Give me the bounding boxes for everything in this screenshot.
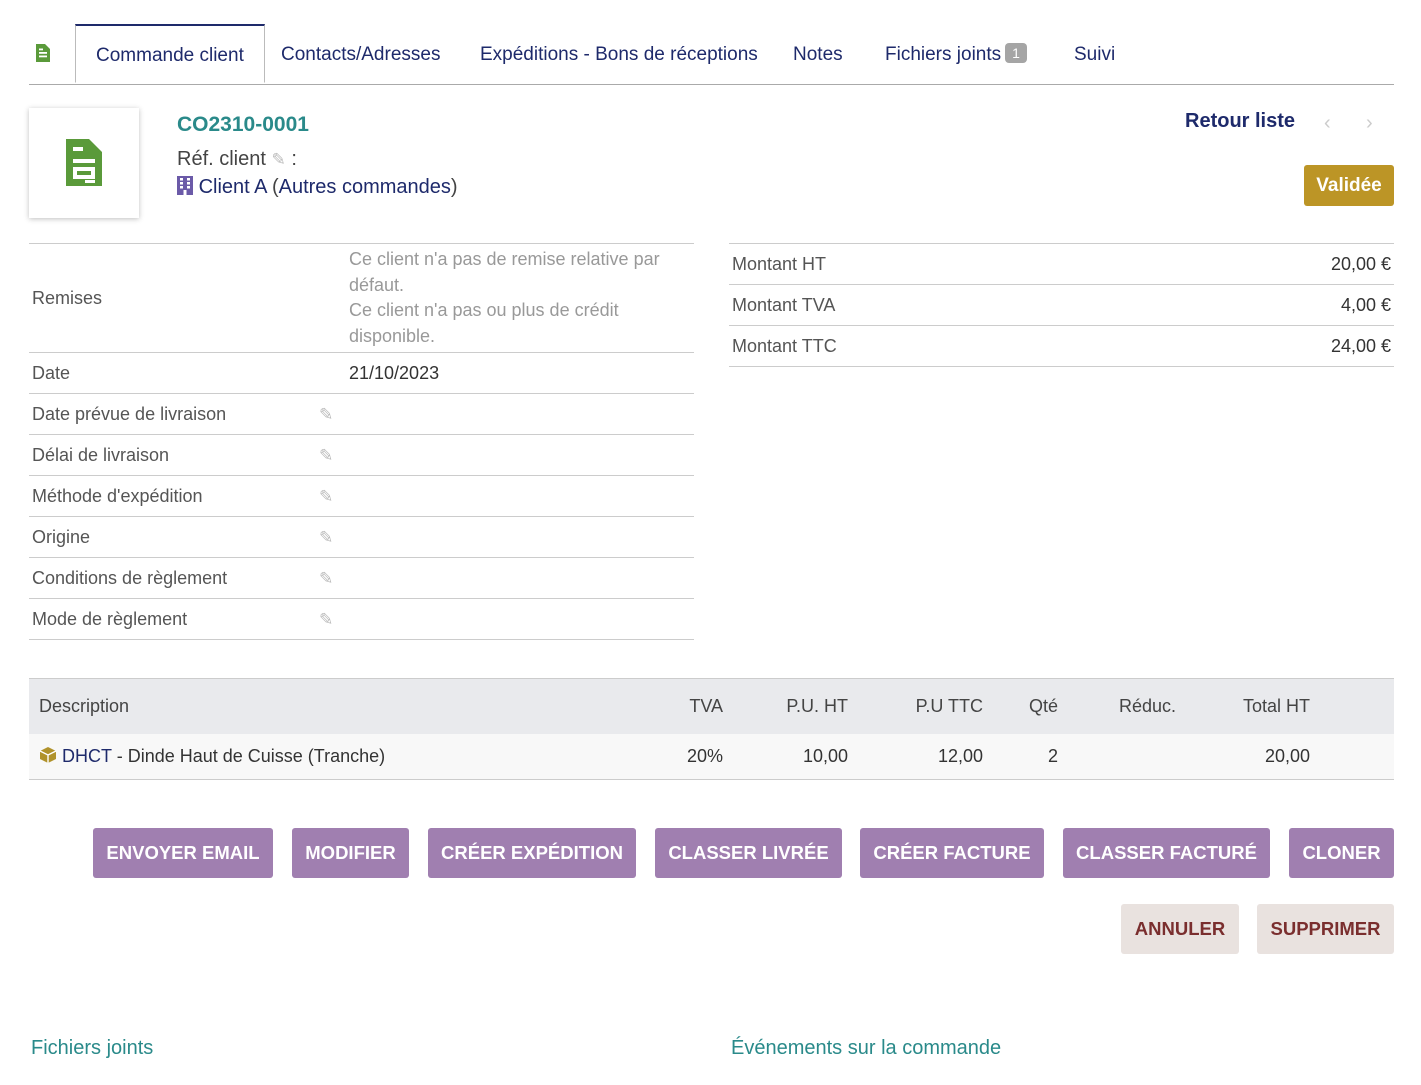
- events-section-title: Événements sur la commande: [731, 1037, 1002, 1059]
- status-badge: Validée: [1304, 165, 1394, 206]
- cell-total-ht: 20,00: [1177, 734, 1311, 780]
- product-desc: - Dinde Haut de Cuisse (Tranche): [116, 746, 386, 766]
- field-label: Origine: [29, 516, 316, 558]
- edit-pencil-icon[interactable]: ✎: [319, 569, 333, 588]
- next-record-icon[interactable]: ›: [1366, 112, 1373, 135]
- amount-label: Montant HT: [729, 243, 1146, 285]
- order-fields-table: Remises Ce client n'a pas de remise rela…: [29, 243, 694, 640]
- credit-info: Ce client n'a pas ou plus de crédit disp…: [349, 300, 619, 346]
- ref-client-label: Réf. client: [177, 148, 266, 170]
- tab-label: Contacts/Adresses: [281, 44, 441, 65]
- tab-bar: Commande client Contacts/Adresses Expédi…: [29, 24, 1394, 85]
- tab-label: Commande client: [96, 45, 244, 66]
- order-doc-icon: [66, 139, 102, 186]
- tab-label: Suivi: [1074, 44, 1116, 65]
- field-value: 21/10/2023: [346, 352, 694, 394]
- field-label: Méthode d'expédition: [29, 475, 316, 517]
- field-row-remises: Remises Ce client n'a pas de remise rela…: [29, 243, 694, 353]
- send-email-button[interactable]: ENVOYER EMAIL: [93, 828, 273, 878]
- cancel-button[interactable]: ANNULER: [1121, 904, 1239, 954]
- col-header-description: Description: [29, 678, 644, 734]
- edit-pencil-icon[interactable]: ✎: [319, 446, 333, 465]
- field-label: Conditions de règlement: [29, 557, 316, 599]
- field-row-delivery-date: Date prévue de livraison ✎: [29, 393, 694, 435]
- field-row-payment-mode: Mode de règlement ✎: [29, 598, 694, 640]
- field-row-shipping-method: Méthode d'expédition ✎: [29, 475, 694, 517]
- cell-pu-ht: 10,00: [724, 734, 849, 780]
- amount-value: 4,00 €: [1145, 284, 1394, 326]
- files-count-badge: 1: [1005, 43, 1027, 63]
- field-label: Date: [29, 352, 316, 394]
- tab-contacts[interactable]: Contacts/Adresses: [281, 24, 440, 84]
- tab-label: Fichiers joints: [885, 44, 1002, 65]
- field-label: Délai de livraison: [29, 434, 316, 476]
- tab-fichiers-joints[interactable]: Fichiers joints 1: [885, 24, 1027, 84]
- ref-client: Réf. client ✎ :: [177, 148, 297, 171]
- amount-label: Montant TVA: [729, 284, 1146, 326]
- col-header-total-ht: Total HT: [1177, 678, 1311, 734]
- cell-pu-ttc: 12,00: [849, 734, 984, 780]
- product-box-icon: [39, 746, 62, 766]
- field-label: Remises: [29, 243, 316, 353]
- col-header-tva: TVA: [644, 678, 724, 734]
- edit-pencil-icon[interactable]: ✎: [319, 610, 333, 629]
- prev-record-icon[interactable]: ‹: [1324, 112, 1331, 135]
- other-orders-link[interactable]: Autres commandes: [279, 176, 451, 198]
- modify-button[interactable]: MODIFIER: [292, 828, 409, 878]
- create-shipment-button[interactable]: CRÉER EXPÉDITION: [428, 828, 636, 878]
- col-header-pu-ht: P.U. HT: [724, 678, 849, 734]
- tab-commande-client[interactable]: Commande client: [75, 24, 265, 83]
- classify-delivered-button[interactable]: CLASSER LIVRÉE: [655, 828, 842, 878]
- amount-row: Montant HT 20,00 €: [729, 243, 1394, 285]
- edit-pencil-icon[interactable]: ✎: [272, 150, 286, 169]
- clone-button[interactable]: CLONER: [1289, 828, 1394, 878]
- cell-reduc: [1059, 734, 1177, 780]
- tab-notes[interactable]: Notes: [793, 24, 843, 84]
- col-header-reduc: Réduc.: [1059, 678, 1177, 734]
- building-icon: [177, 176, 199, 198]
- cell-qty: 2: [984, 734, 1059, 780]
- field-label: Date prévue de livraison: [29, 393, 316, 435]
- field-row-date: Date 21/10/2023: [29, 352, 694, 394]
- field-row-delivery-delay: Délai de livraison ✎: [29, 434, 694, 476]
- product-ref-link[interactable]: DHCT: [62, 746, 112, 766]
- create-invoice-button[interactable]: CRÉER FACTURE: [860, 828, 1044, 878]
- amount-value: 24,00 €: [1145, 325, 1394, 367]
- edit-pencil-icon[interactable]: ✎: [319, 405, 333, 424]
- cell-tva: 20%: [644, 734, 724, 780]
- order-doc-icon[interactable]: [35, 43, 51, 68]
- client-line: Client A (Autres commandes): [177, 176, 458, 199]
- tab-label: Notes: [793, 44, 843, 65]
- tab-expeditions[interactable]: Expéditions - Bons de réceptions: [480, 24, 758, 84]
- edit-pencil-icon[interactable]: ✎: [319, 487, 333, 506]
- field-label: Mode de règlement: [29, 598, 316, 640]
- col-header-qty: Qté: [984, 678, 1059, 734]
- field-row-payment-terms: Conditions de règlement ✎: [29, 557, 694, 599]
- amount-label: Montant TTC: [729, 325, 1146, 367]
- tab-label: Expéditions - Bons de réceptions: [480, 44, 758, 65]
- edit-pencil-icon[interactable]: ✎: [319, 528, 333, 547]
- order-ref: CO2310-0001: [177, 113, 309, 136]
- ref-client-sep: :: [291, 148, 297, 170]
- classify-billed-button[interactable]: CLASSER FACTURÉ: [1063, 828, 1270, 878]
- amount-value: 20,00 €: [1145, 243, 1394, 285]
- field-row-origin: Origine ✎: [29, 516, 694, 558]
- lines-header-row: Description TVA P.U. HT P.U TTC Qté Rédu…: [29, 678, 1394, 734]
- delete-button[interactable]: SUPPRIMER: [1257, 904, 1394, 954]
- table-row: DHCT - Dinde Haut de Cuisse (Tranche) 20…: [29, 734, 1394, 780]
- back-to-list-link[interactable]: Retour liste: [1185, 110, 1295, 133]
- tab-suivi[interactable]: Suivi: [1074, 24, 1115, 84]
- col-header-pu-ttc: P.U TTC: [849, 678, 984, 734]
- order-lines-table: Description TVA P.U. HT P.U TTC Qté Rédu…: [29, 678, 1394, 780]
- order-logo: [29, 108, 139, 218]
- files-section-title: Fichiers joints: [31, 1037, 154, 1059]
- amount-row: Montant TTC 24,00 €: [729, 325, 1394, 367]
- remise-info: Ce client n'a pas de remise relative par…: [349, 249, 660, 295]
- amount-row: Montant TVA 4,00 €: [729, 284, 1394, 326]
- amounts-table: Montant HT 20,00 € Montant TVA 4,00 € Mo…: [729, 243, 1394, 367]
- client-link[interactable]: Client A: [199, 176, 267, 198]
